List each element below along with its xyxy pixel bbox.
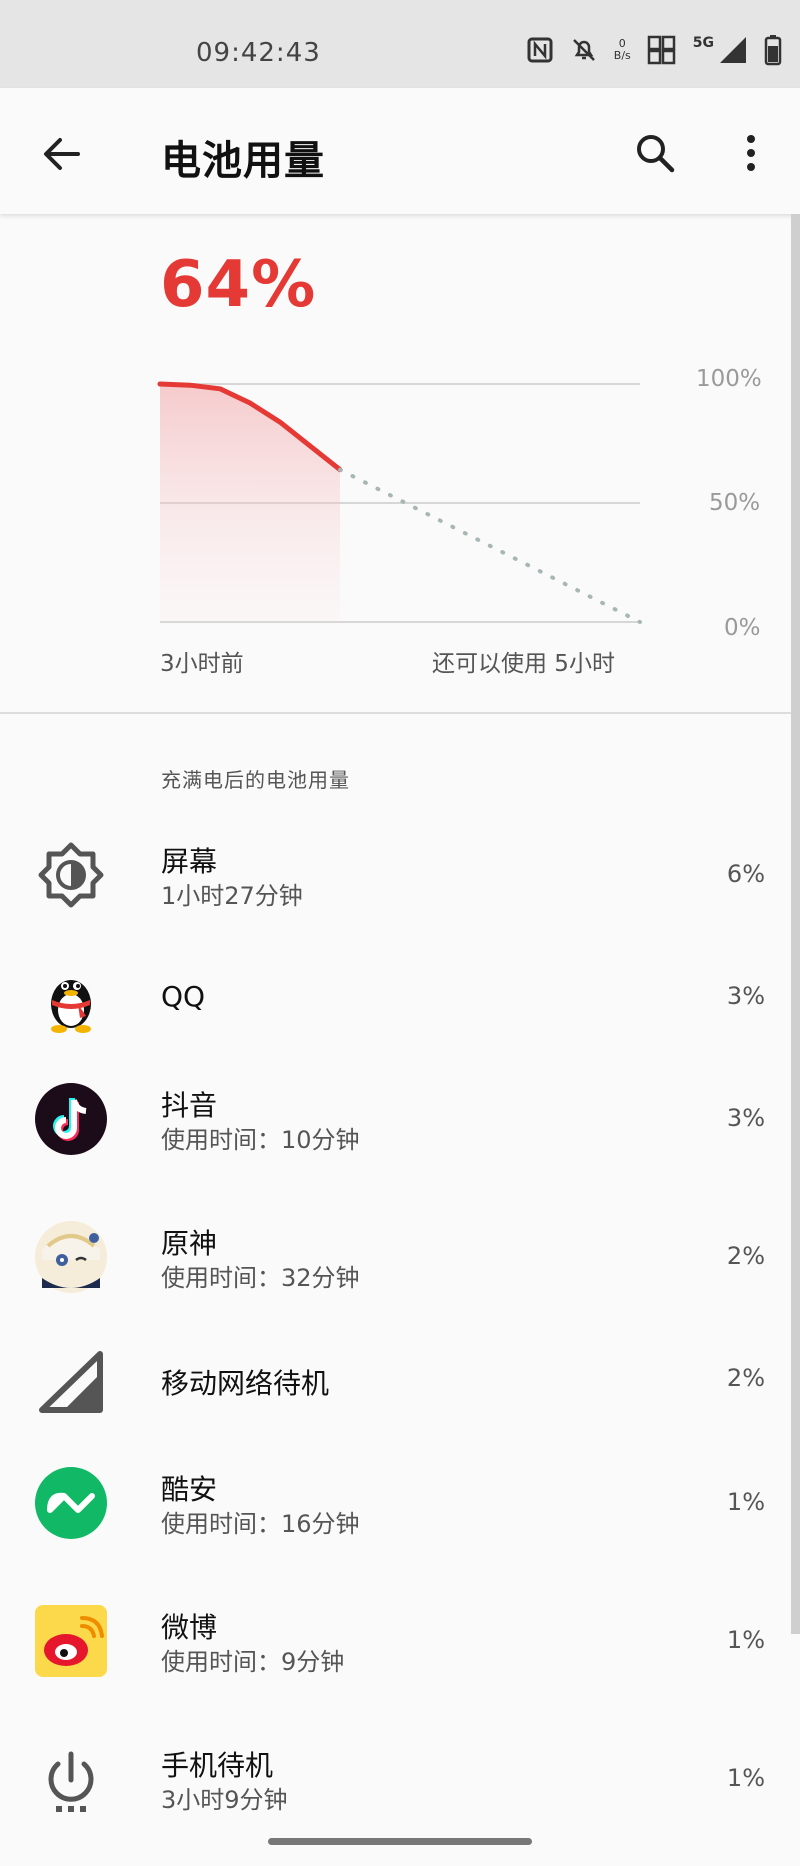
hd-sim-icon	[647, 35, 677, 65]
section-title: 充满电后的电池用量	[161, 768, 350, 792]
search-icon	[637, 135, 675, 173]
battery-level-chart	[157, 381, 642, 624]
item-percent: 1%	[726, 1488, 765, 1516]
status-bar: 09:42:43 0 B/s 5G	[0, 0, 800, 88]
item-percent: 2%	[726, 1242, 765, 1270]
list-item-mobile-standby[interactable]: 移动网络待机 2%	[0, 1320, 791, 1440]
weibo-icon	[34, 1604, 108, 1678]
item-detail: 使用时间：9分钟	[161, 1648, 345, 1676]
history-area	[160, 384, 340, 622]
arrow-left-icon	[44, 138, 80, 170]
y-tick-0: 0%	[724, 615, 761, 641]
app-bar: 电池用量	[0, 88, 800, 214]
list-item-coolapk[interactable]: 酷安 使用时间：16分钟 1%	[0, 1444, 791, 1564]
list-item-douyin[interactable]: 抖音 使用时间：10分钟 3%	[0, 1060, 791, 1180]
status-icons: 0 B/s 5G	[526, 30, 782, 70]
item-detail: 使用时间：32分钟	[161, 1264, 360, 1292]
item-percent: 3%	[726, 982, 765, 1010]
item-detail: 1小时27分钟	[161, 882, 303, 910]
page-title: 电池用量	[161, 138, 325, 184]
net-speed-unit: B/s	[613, 49, 631, 62]
battery-percent: 64%	[160, 248, 317, 322]
item-name: 微博	[161, 1611, 218, 1644]
item-percent: 1%	[726, 1764, 765, 1792]
cell-signal-icon	[34, 1344, 108, 1418]
item-percent: 2%	[726, 1364, 765, 1392]
item-name: 原神	[161, 1227, 218, 1260]
item-name: 手机待机	[161, 1749, 274, 1782]
brightness-icon	[34, 838, 108, 912]
y-tick-100: 100%	[696, 366, 762, 392]
more-options-button[interactable]	[736, 130, 766, 176]
list-item-weibo[interactable]: 微博 使用时间：9分钟 1%	[0, 1582, 791, 1702]
signal-icon	[718, 35, 748, 65]
item-name: 抖音	[161, 1089, 218, 1122]
more-vert-icon	[747, 135, 755, 171]
home-indicator[interactable]	[268, 1838, 532, 1845]
back-button[interactable]	[40, 132, 84, 176]
item-name: 移动网络待机	[161, 1367, 330, 1400]
item-name: 屏幕	[161, 845, 218, 878]
item-detail: 使用时间：10分钟	[161, 1126, 360, 1154]
item-percent: 1%	[726, 1626, 765, 1654]
list-item-phone-standby[interactable]: 手机待机 3小时9分钟 1%	[0, 1720, 791, 1840]
battery-icon	[764, 34, 782, 66]
power-icon	[34, 1742, 108, 1816]
item-detail: 3小时9分钟	[161, 1786, 288, 1814]
item-percent: 6%	[726, 860, 765, 888]
status-time: 09:42:43	[196, 38, 321, 68]
item-name: QQ	[161, 980, 206, 1013]
network-type: 5G	[692, 35, 714, 51]
projection-line	[338, 467, 642, 624]
mute-bell-icon	[570, 36, 598, 64]
qq-icon	[34, 960, 108, 1034]
coolapk-icon	[34, 1466, 108, 1540]
divider	[0, 712, 791, 714]
item-percent: 3%	[726, 1104, 765, 1132]
chart-start-label: 3小时前	[160, 651, 244, 677]
nfc-icon	[526, 36, 554, 64]
net-speed: 0 B/s	[614, 38, 631, 62]
list-item-genshin[interactable]: 原神 使用时间：32分钟 2%	[0, 1198, 791, 1318]
search-button[interactable]	[632, 130, 678, 176]
genshin-icon	[34, 1220, 108, 1294]
list-item-screen[interactable]: 屏幕 1小时27分钟 6%	[0, 816, 791, 936]
item-detail: 使用时间：16分钟	[161, 1510, 360, 1538]
item-name: 酷安	[161, 1473, 218, 1506]
list-item-qq[interactable]: QQ 3%	[0, 938, 791, 1058]
douyin-icon	[34, 1082, 108, 1156]
remaining-time-label: 还可以使用 5小时	[432, 651, 615, 677]
y-tick-50: 50%	[709, 490, 761, 516]
